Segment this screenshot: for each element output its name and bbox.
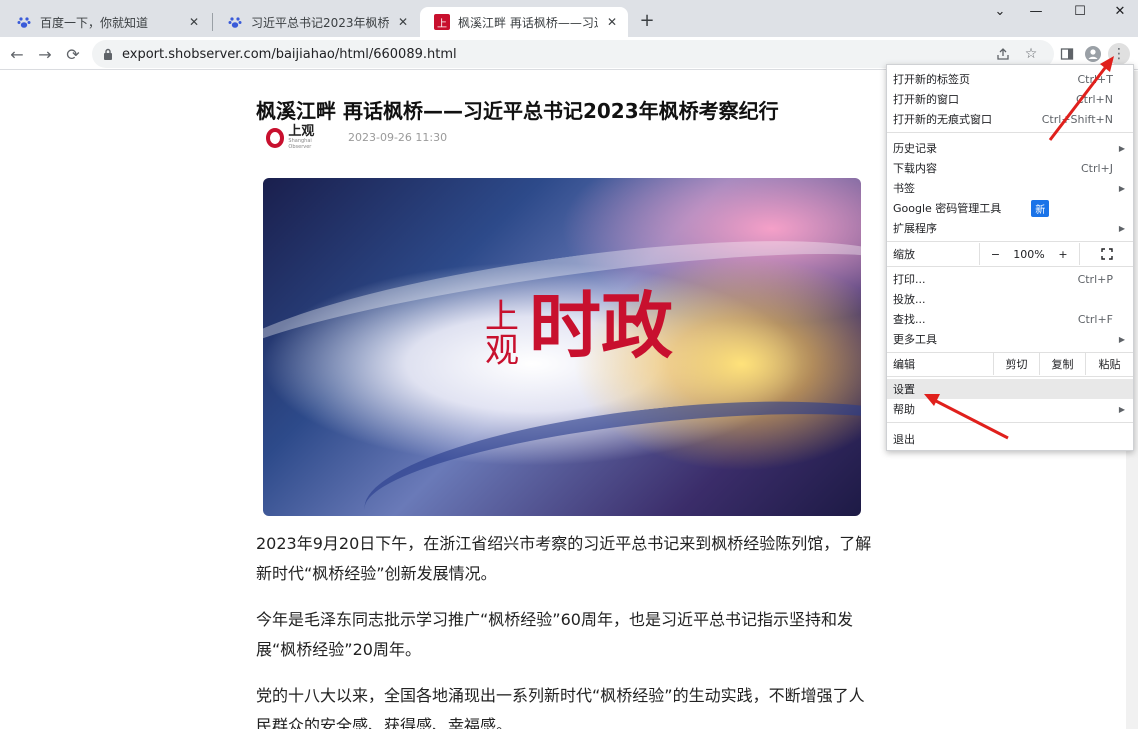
menu-label: 帮助 (893, 403, 915, 416)
tab-title: 习近平总书记2023年枫桥考察纪 (251, 15, 389, 30)
bookmark-star-icon[interactable]: ☆ (1020, 43, 1042, 65)
side-panel-icon[interactable] (1056, 43, 1078, 65)
tab-baidu[interactable]: 百度一下，你就知道 ✕ (2, 7, 210, 37)
hero-big-text: 时政 (529, 284, 674, 368)
submenu-arrow-icon: ▶ (1118, 143, 1125, 153)
profile-avatar-icon[interactable] (1082, 43, 1104, 65)
zoom-in-button[interactable]: + (1047, 243, 1079, 265)
menu-shortcut: Ctrl+J (1080, 161, 1113, 175)
hero-image: 上观 时政 (263, 178, 861, 516)
submenu-arrow-icon: ▶ (1118, 404, 1125, 414)
menu-shortcut: Ctrl+Shift+N (1041, 112, 1113, 126)
maximize-button[interactable]: ☐ (1060, 0, 1100, 22)
tab-strip: 百度一下，你就知道 ✕ 习近平总书记2023年枫桥考察纪 ✕ 上 枫溪江畔 再话… (0, 0, 1138, 37)
close-icon[interactable]: ✕ (604, 14, 620, 30)
paste-button[interactable]: 粘贴 (1085, 353, 1133, 375)
window-close-button[interactable]: ✕ (1100, 0, 1138, 22)
menu-zoom-row: 缩放 − 100% + (887, 243, 1133, 265)
zoom-out-button[interactable]: − (979, 243, 1011, 265)
cut-button[interactable]: 剪切 (993, 353, 1039, 375)
menu-print[interactable]: 打印... Ctrl+P (887, 269, 1133, 289)
tab-title: 枫溪江畔 再话枫桥——习近平总 (458, 15, 598, 30)
menu-separator (887, 241, 1133, 242)
menu-shortcut: Ctrl+T (1077, 72, 1113, 86)
submenu-arrow-icon: ▶ (1118, 223, 1125, 233)
menu-shortcut: Ctrl+F (1077, 312, 1113, 326)
new-tab-button[interactable]: + (636, 9, 658, 31)
copy-button[interactable]: 复制 (1039, 353, 1085, 375)
forward-icon[interactable]: → (34, 43, 56, 65)
minimize-button[interactable]: — (1016, 0, 1056, 22)
menu-extensions[interactable]: 扩展程序 ▶ (887, 218, 1133, 238)
menu-bookmarks[interactable]: 书签 ▶ (887, 178, 1133, 198)
kebab-menu-icon[interactable]: ⋮ (1108, 43, 1130, 65)
zoom-level: 100% (1013, 247, 1045, 261)
tab-article-1[interactable]: 习近平总书记2023年枫桥考察纪 ✕ (213, 7, 419, 37)
browser-main-menu: 打开新的标签页 Ctrl+T 打开新的窗口 Ctrl+N 打开新的无痕式窗口 C… (886, 64, 1134, 451)
menu-label: 历史记录 (893, 142, 937, 155)
lock-icon (102, 48, 114, 60)
article-meta: 上观 Shanghai Observer 2023-09-26 11:30 (266, 125, 447, 150)
article-title: 枫溪江畔 再话枫桥——习近平总书记2023年枫桥考察纪行 (256, 99, 779, 123)
menu-label: 设置 (893, 383, 915, 396)
publish-date: 2023-09-26 11:30 (348, 131, 448, 144)
new-badge: 新 (1031, 199, 1050, 217)
menu-find[interactable]: 查找... Ctrl+F (887, 309, 1133, 329)
menu-shortcut: Ctrl+N (1075, 92, 1113, 106)
menu-label: 书签 (893, 182, 915, 195)
menu-new-tab[interactable]: 打开新的标签页 Ctrl+T (887, 69, 1133, 89)
menu-incognito[interactable]: 打开新的无痕式窗口 Ctrl+Shift+N (887, 109, 1133, 129)
menu-new-window[interactable]: 打开新的窗口 Ctrl+N (887, 89, 1133, 109)
logo-subtext: Shanghai Observer (288, 138, 312, 150)
close-icon[interactable]: ✕ (395, 14, 411, 30)
fullscreen-icon[interactable] (1079, 243, 1133, 265)
source-logo[interactable]: 上观 Shanghai Observer (266, 125, 330, 150)
baidu-paw-icon (16, 14, 32, 30)
tab-search-chevron-icon[interactable]: ⌄ (980, 0, 1020, 22)
menu-label: Google 密码管理工具 (893, 202, 1002, 215)
baidu-paw-icon (227, 14, 243, 30)
edit-label: 编辑 (893, 358, 915, 371)
menu-downloads[interactable]: 下载内容 Ctrl+J (887, 158, 1133, 178)
decorative-swoosh (357, 377, 861, 516)
logo-ring-icon (266, 127, 285, 148)
menu-label: 退出 (893, 433, 915, 446)
menu-cast[interactable]: 投放... (887, 289, 1133, 309)
menu-label: 扩展程序 (893, 222, 937, 235)
menu-help[interactable]: 帮助 ▶ (887, 399, 1133, 419)
article-paragraph: 党的十八大以来，全国各地涌现出一系列新时代“枫桥经验”的生动实践，不断增强了人民… (256, 686, 865, 729)
hero-small-text: 上观 (485, 297, 519, 371)
menu-label: 投放... (893, 293, 926, 306)
tab-article-active[interactable]: 上 枫溪江畔 再话枫桥——习近平总 ✕ (420, 7, 628, 37)
url-text: export.shobserver.com/baijiahao/html/660… (122, 46, 457, 62)
menu-separator (887, 376, 1133, 377)
menu-separator (887, 132, 1133, 133)
menu-label: 更多工具 (893, 333, 937, 346)
reload-icon[interactable]: ⟳ (62, 43, 84, 65)
menu-exit[interactable]: 退出 (887, 429, 1133, 449)
tab-title: 百度一下，你就知道 (40, 15, 149, 30)
article-paragraph: 今年是毛泽东同志批示学习推广“枫桥经验”60周年，也是习近平总书记指示坚持和发展… (256, 610, 853, 659)
menu-shortcut: Ctrl+P (1077, 272, 1113, 286)
logo-text: 上观 (288, 124, 315, 139)
close-icon[interactable]: ✕ (186, 14, 202, 30)
menu-separator (887, 266, 1133, 267)
menu-settings[interactable]: 设置 (887, 379, 1133, 399)
menu-history[interactable]: 历史记录 ▶ (887, 138, 1133, 158)
article-paragraph: 2023年9月20日下午，在浙江省绍兴市考察的习近平总书记来到枫桥经验陈列馆，了… (256, 534, 872, 583)
zoom-label: 缩放 (893, 248, 915, 261)
submenu-arrow-icon: ▶ (1118, 334, 1125, 344)
menu-edit-row: 编辑 剪切 复制 粘贴 (887, 353, 1133, 375)
submenu-arrow-icon: ▶ (1118, 183, 1125, 193)
menu-password-manager[interactable]: Google 密码管理工具 新 (887, 198, 1133, 218)
menu-more-tools[interactable]: 更多工具 ▶ (887, 329, 1133, 349)
back-icon[interactable]: ← (6, 43, 28, 65)
share-icon[interactable] (992, 43, 1014, 65)
shangguan-icon: 上 (434, 14, 450, 30)
menu-separator (887, 422, 1133, 423)
